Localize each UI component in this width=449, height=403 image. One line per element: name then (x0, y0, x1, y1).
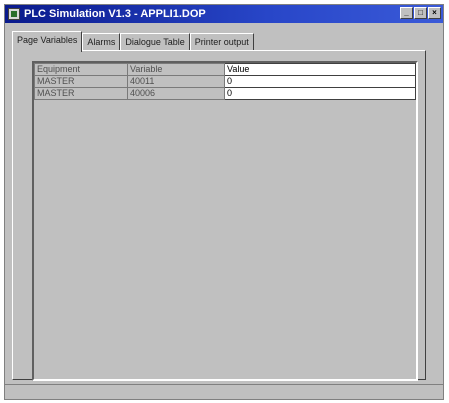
window-title: PLC Simulation V1.3 - APPLI1.DOP (24, 8, 206, 20)
table-row: MASTER 40011 0 (34, 75, 416, 88)
tab-dialogue-table[interactable]: Dialogue Table (120, 33, 190, 51)
maximize-button[interactable]: □ (414, 7, 427, 19)
column-header-value: Value (224, 63, 416, 76)
variable-cell: 40011 (127, 75, 225, 88)
equipment-cell: MASTER (34, 75, 128, 88)
column-header-variable: Variable (127, 63, 225, 76)
close-button[interactable]: × (428, 7, 441, 19)
tab-alarms[interactable]: Alarms (82, 33, 121, 51)
tab-strip: Page Variables Alarms Dialogue Table Pri… (12, 31, 254, 52)
page-variables-panel: Equipment Variable Value MASTER 40011 0 … (12, 50, 426, 381)
minimize-button[interactable]: _ (400, 7, 413, 19)
value-cell[interactable]: 0 (224, 75, 416, 88)
window-controls: _ □ × (400, 7, 441, 19)
table-header-row: Equipment Variable Value (34, 63, 416, 76)
variables-table: Equipment Variable Value MASTER 40011 0 … (34, 63, 416, 100)
variables-grid: Equipment Variable Value MASTER 40011 0 … (32, 61, 418, 381)
table-row: MASTER 40006 0 (34, 87, 416, 100)
tab-printer-output[interactable]: Printer output (189, 33, 254, 51)
plc-simulation-window: PLC Simulation V1.3 - APPLI1.DOP _ □ × P… (4, 4, 444, 400)
variable-cell: 40006 (127, 87, 225, 100)
tab-page-variables[interactable]: Page Variables (12, 31, 83, 52)
equipment-cell: MASTER (34, 87, 128, 100)
column-header-equipment: Equipment (34, 63, 128, 76)
app-icon[interactable] (8, 8, 20, 20)
title-bar[interactable]: PLC Simulation V1.3 - APPLI1.DOP _ □ × (5, 5, 443, 23)
value-cell[interactable]: 0 (224, 87, 416, 100)
status-bar (5, 384, 443, 399)
